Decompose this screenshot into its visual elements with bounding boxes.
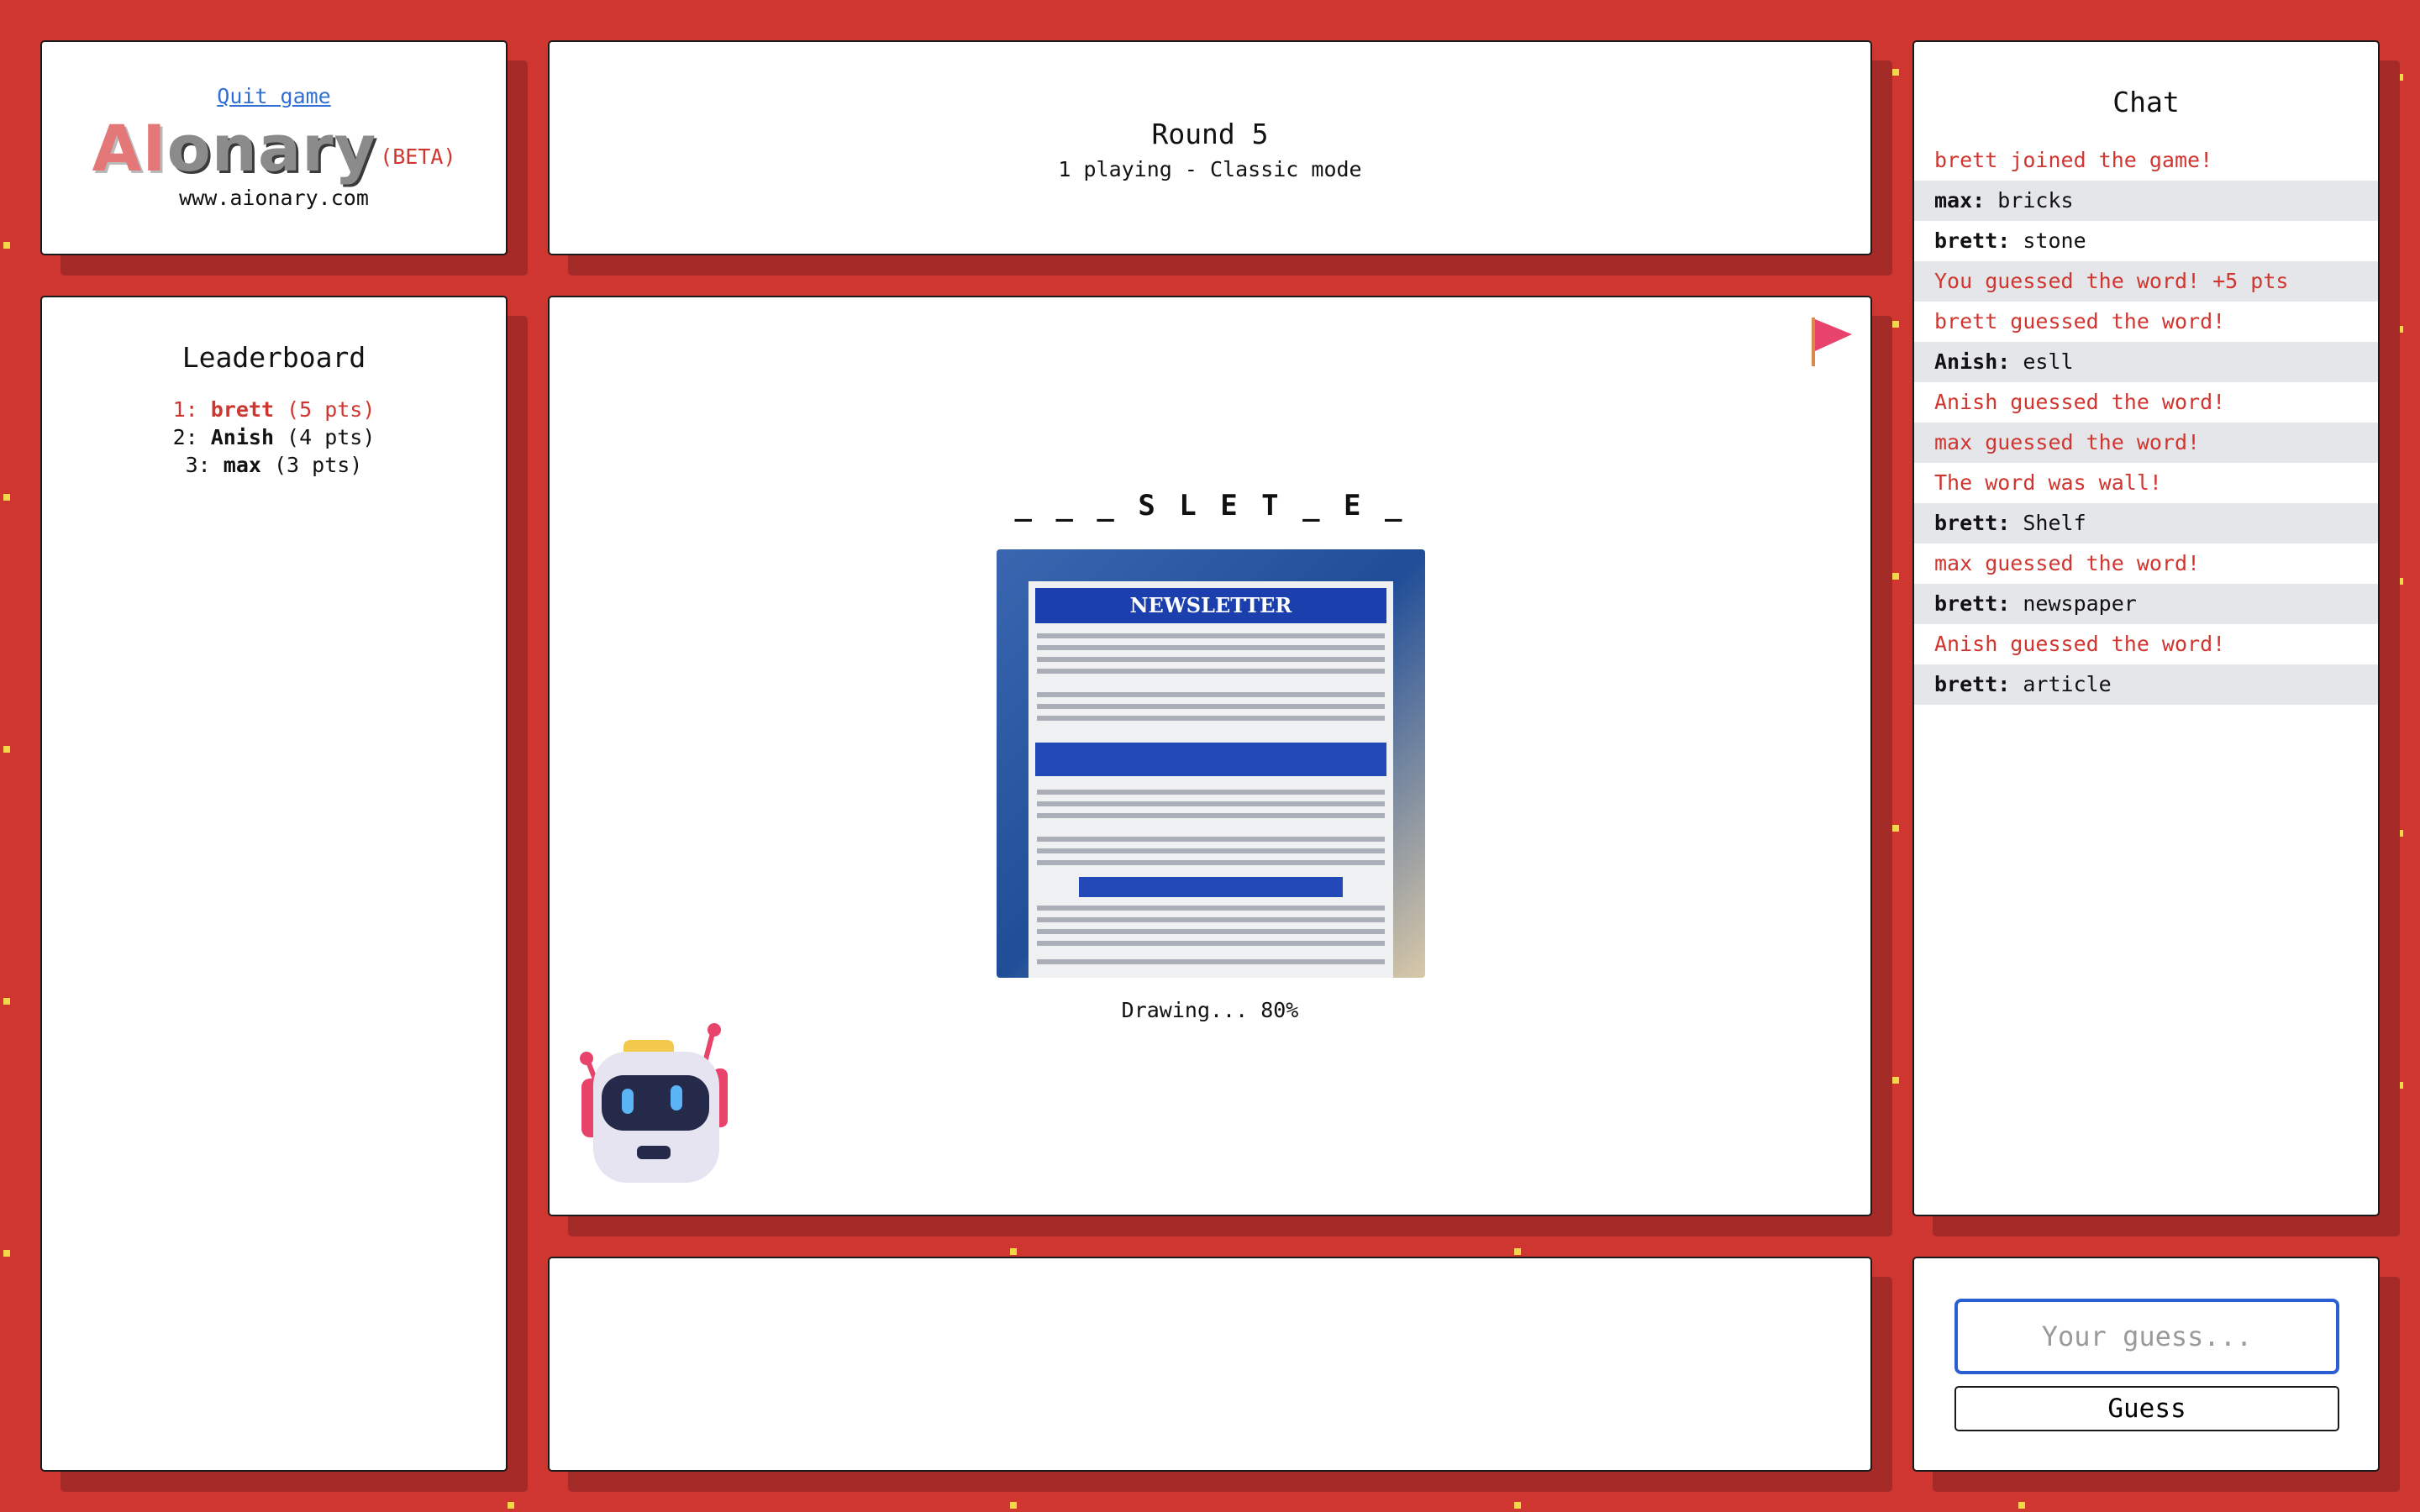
chat-panel: Chat brett joined the game! max: bricks … [1912, 40, 2380, 1216]
chat-message-list[interactable]: brett joined the game! max: bricks brett… [1914, 140, 2378, 705]
chat-message: Anish guessed the word! [1934, 632, 2226, 656]
site-url: www.aionary.com [179, 186, 369, 210]
chat-message: brett: newspaper [1914, 584, 2378, 624]
chat-message: brett joined the game! [1934, 148, 2213, 172]
chat-message: brett: article [1914, 664, 2378, 705]
round-panel: Round 5 1 playing - Classic mode [548, 40, 1872, 255]
chat-message: Anish: esll [1914, 342, 2378, 382]
leaderboard-entry: 1: brett (5 pts) [172, 397, 376, 422]
leaderboard-entry: 3: max (3 pts) [185, 453, 363, 477]
logo: AIonary (BETA) [42, 117, 506, 181]
drawing-progress: Drawing... 80% [1121, 998, 1299, 1022]
drawing-panel: _ _ _ S L E T _ E _ NEWSLETTER Drawing..… [548, 296, 1872, 1216]
tools-panel [548, 1257, 1872, 1472]
chat-message: brett: Shelf [1914, 503, 2378, 543]
robot-mascot-icon [580, 1023, 728, 1183]
newsletter-heading: NEWSLETTER [1035, 588, 1386, 623]
quit-game-link[interactable]: Quit game [42, 84, 506, 108]
leaderboard-entry: 2: Anish (4 pts) [172, 425, 376, 449]
logo-wordmark: AIonary [92, 111, 377, 186]
logo-panel: Quit game AIonary (BETA) www.aionary.com [40, 40, 508, 255]
word-hint: _ _ _ S L E T _ E _ [1014, 489, 1406, 522]
leaderboard-title: Leaderboard [182, 341, 366, 374]
leaderboard-list: 1: brett (5 pts) 2: Anish (4 pts) 3: max… [42, 396, 506, 479]
round-title: Round 5 [1151, 118, 1269, 150]
chat-message: The word was wall! [1934, 470, 2162, 495]
chat-message: max: bricks [1914, 181, 2378, 221]
leaderboard-panel: Leaderboard 1: brett (5 pts) 2: Anish (4… [40, 296, 508, 1472]
chat-title: Chat [2112, 86, 2180, 118]
chat-message: brett: stone [1934, 228, 2086, 253]
chat-message: max guessed the word! [1914, 423, 2378, 463]
guess-button[interactable]: Guess [1954, 1386, 2339, 1431]
round-subtitle: 1 playing - Classic mode [1058, 157, 1362, 181]
newsletter-illustration: NEWSLETTER [1028, 581, 1393, 978]
chat-message: max guessed the word! [1934, 551, 2201, 575]
guess-panel: Guess [1912, 1257, 2380, 1472]
beta-badge: (BETA) [380, 144, 456, 169]
report-flag-icon[interactable] [1808, 314, 1855, 368]
guess-input[interactable] [1954, 1299, 2339, 1374]
chat-message: Anish guessed the word! [1934, 390, 2226, 414]
chat-message: You guessed the word! +5 pts [1914, 261, 2378, 302]
ai-drawing-image: NEWSLETTER [997, 549, 1425, 978]
chat-message: brett guessed the word! [1934, 309, 2226, 333]
